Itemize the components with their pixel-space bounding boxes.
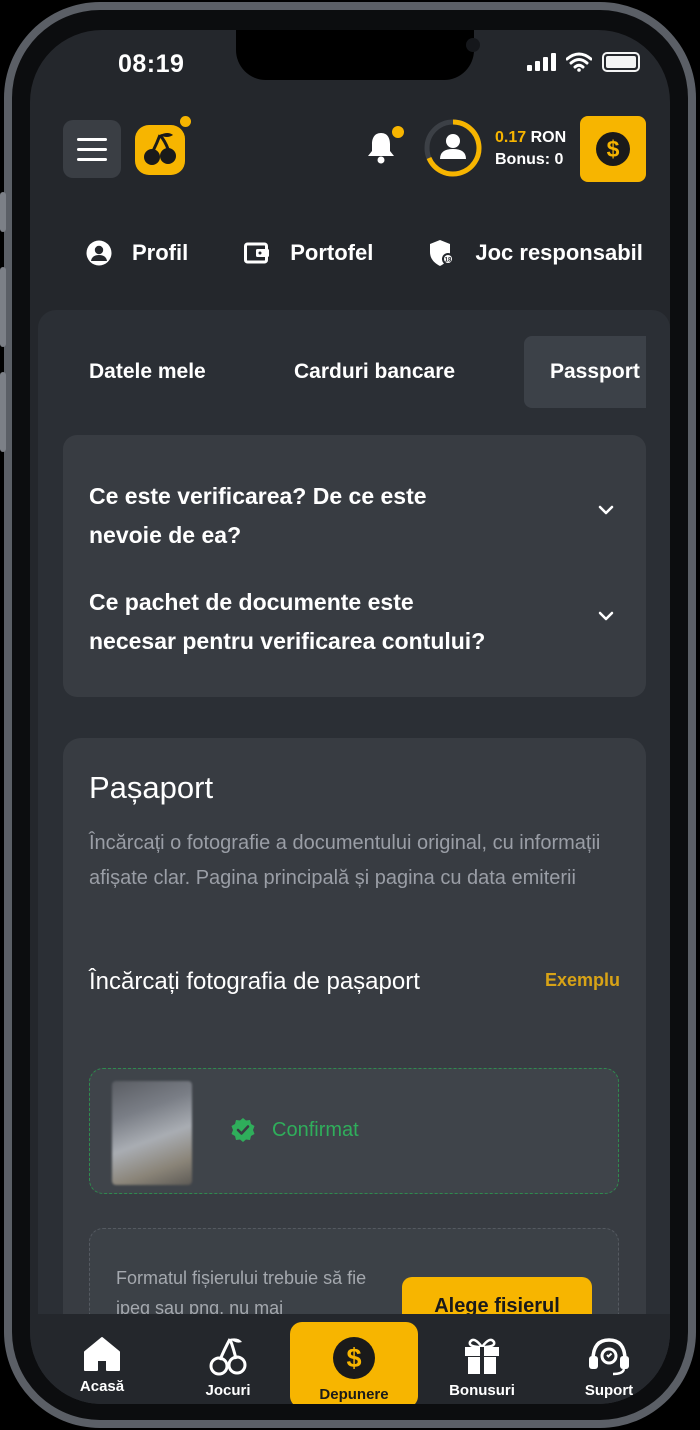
faq-question-line: Ce pachet de documente este [89,589,414,615]
status-icons [527,52,640,72]
status-time: 08:19 [118,50,185,78]
balance-currency: RON [530,129,567,146]
faq-item-verification[interactable]: Ce este verificarea? De ce este nevoie d… [89,477,569,555]
subtab-bank-cards[interactable]: Carduri bancare [294,336,455,408]
dollar-coin-icon: $ [596,132,630,166]
signal-icon [527,53,556,71]
profile-subtabs: Datele mele Carduri bancare Passport [63,336,646,410]
faq-section: Ce este verificarea? De ce este nevoie d… [63,435,646,697]
front-camera [466,38,480,52]
passport-title: Pașaport [89,770,214,805]
user-circle-icon [86,240,112,266]
shield-icon: 18 [430,240,455,266]
uploaded-document: Confirmat [89,1068,619,1194]
subtab-passport[interactable]: Passport [524,336,646,408]
status-text: Confirmat [272,1118,359,1141]
bottom-nav: Acasă Jocuri $ Depunere Bonusuri Suport [30,1314,670,1404]
bonus-label: Bonus: 0 [495,151,564,168]
bottom-nav-bonuses[interactable]: Bonusuri [418,1314,546,1404]
battery-icon [602,52,640,72]
bottom-nav-games[interactable]: Jocuri [164,1314,292,1404]
wallet-icon [244,242,270,264]
cherry-icon [209,1338,247,1376]
document-thumbnail[interactable] [112,1081,192,1185]
svg-text:18: 18 [445,258,452,264]
mute-switch [0,192,6,232]
menu-icon-bar [77,147,107,151]
account-nav-wallet[interactable]: Portofel [244,240,373,266]
account-nav: Profil Portofel 18 Joc responsabil [30,225,670,281]
headset-icon [589,1338,629,1376]
cherry-logo-icon [144,133,176,165]
dollar-coin-icon: $ [333,1337,375,1379]
user-avatar-icon[interactable] [423,118,483,178]
account-nav-label: Profil [132,240,189,265]
bottom-nav-label: Suport [584,1382,634,1399]
bottom-nav-deposit[interactable]: $ Depunere [290,1322,418,1404]
bottom-nav-support[interactable]: Suport [545,1314,670,1404]
volume-up-button [0,267,6,347]
bell-icon[interactable] [366,130,396,164]
account-nav-profile[interactable]: Profil [86,240,188,266]
bottom-nav-label: Depunere [319,1386,389,1403]
deposit-button[interactable]: $ [580,116,646,182]
balance-info: 0.17 RON Bonus: 0 [495,127,566,171]
status-badge: Confirmat [230,1117,359,1143]
faq-question-line: Ce este verificarea? De ce este [89,483,427,509]
passport-card: Pașaport Încărcați o fotografie a docume… [63,738,646,1358]
notification-badge [392,126,404,138]
upload-label: Încărcați fotografia de pașaport [89,968,420,995]
example-link[interactable]: Exemplu [545,970,620,991]
menu-icon-bar [77,157,107,161]
account-nav-label: Joc responsabil [475,240,643,265]
balance-line: 0.17 RON [495,127,566,149]
menu-icon-bar [77,137,107,141]
faq-question-line: nevoie de ea? [89,522,242,548]
wifi-icon [566,52,592,72]
account-nav-responsible-gaming[interactable]: 18 Joc responsabil [429,239,643,267]
app-screen: 08:19 0.17 RON Bonus: 0 $ Profil Portofe… [30,30,670,1404]
home-icon [84,1337,120,1371]
bottom-nav-home[interactable]: Acasă [38,1314,166,1404]
svg-text:$: $ [346,1343,361,1373]
bottom-nav-label: Acasă [79,1378,125,1395]
cherry-logo[interactable] [135,125,185,175]
passport-description: Încărcați o fotografie a documentului or… [89,832,601,889]
faq-item-documents[interactable]: Ce pachet de documente este necesar pent… [89,583,569,661]
subtab-my-data[interactable]: Datele mele [89,336,206,408]
chevron-down-icon[interactable] [598,505,614,515]
check-badge-icon [231,1118,255,1142]
svg-text:$: $ [607,136,620,162]
notch [236,30,480,80]
volume-down-button [0,372,6,452]
bottom-nav-label: Jocuri [205,1382,251,1399]
account-nav-label: Portofel [290,240,374,265]
bottom-nav-label: Bonusuri [449,1382,515,1399]
gift-icon [465,1338,499,1374]
chevron-down-icon[interactable] [598,611,614,621]
balance-amount: 0.17 [495,129,527,146]
logo-badge-dot [180,116,191,127]
menu-button[interactable] [63,120,121,178]
faq-question-line: necesar pentru verificarea contului? [89,628,486,654]
